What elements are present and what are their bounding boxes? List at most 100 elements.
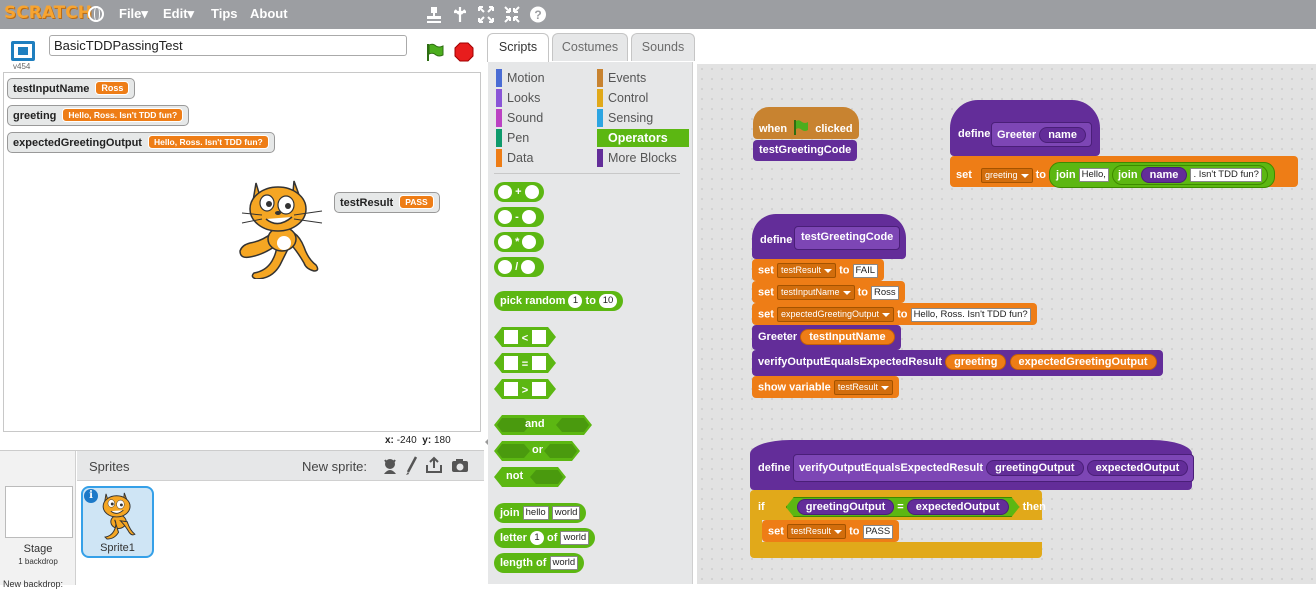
stage-column: Stage 1 backdrop New backdrop: bbox=[0, 451, 76, 589]
if-block[interactable]: if greetingOutput = expectedOutput then bbox=[750, 490, 1046, 520]
set-testResult-fail-block[interactable]: set testResult to FAIL bbox=[752, 259, 885, 281]
svg-text:?: ? bbox=[534, 8, 541, 22]
verify-prototype: verifyOutputEqualsExpectedResult greetin… bbox=[793, 454, 1195, 482]
block-subtract[interactable]: - bbox=[494, 207, 544, 227]
category-operators[interactable]: Operators bbox=[597, 129, 689, 147]
call-verify-block[interactable]: verifyOutputEqualsExpectedResult greetin… bbox=[752, 350, 1163, 376]
inner-join-reporter[interactable]: join name . Isn't TDD fun? bbox=[1112, 165, 1268, 185]
define-label: define bbox=[758, 462, 791, 474]
monitor-testResult[interactable]: testResult PASS bbox=[334, 192, 440, 213]
monitor-value: Hello, Ross. Isn't TDD fun? bbox=[147, 135, 269, 149]
define-label: define bbox=[760, 234, 793, 246]
duplicate-stamp-icon[interactable] bbox=[425, 5, 443, 24]
stage-label: Stage bbox=[23, 543, 53, 555]
mouse-coordinates: x: -240 y: 180 bbox=[385, 435, 451, 446]
category-more-blocks[interactable]: More Blocks bbox=[597, 149, 689, 167]
about-menu[interactable]: About bbox=[250, 6, 288, 21]
block-divide[interactable]: / bbox=[494, 257, 544, 277]
category-data[interactable]: Data bbox=[496, 149, 588, 167]
version-label: v454 bbox=[13, 62, 31, 71]
equals-condition[interactable]: greetingOutput = expectedOutput bbox=[786, 497, 1020, 517]
block-pick-random[interactable]: pick random 1 to 10 bbox=[494, 291, 623, 311]
monitor-greeting[interactable]: greeting Hello, Ross. Isn't TDD fun? bbox=[7, 105, 190, 126]
monitor-value: Hello, Ross. Isn't TDD fun? bbox=[62, 108, 184, 122]
block-multiply[interactable]: * bbox=[494, 232, 544, 252]
set-greeting-block[interactable]: set greeting to join Hello, join name . … bbox=[950, 156, 1298, 188]
green-flag-icon bbox=[794, 120, 809, 135]
grow-icon[interactable] bbox=[477, 5, 495, 24]
edit-menu[interactable]: Edit▾ bbox=[163, 6, 194, 22]
cat-sprite[interactable] bbox=[234, 175, 332, 279]
stage[interactable]: testInputName Ross greeting Hello, Ross. I… bbox=[3, 72, 481, 432]
block-add[interactable]: + bbox=[494, 182, 544, 202]
define-greeter-hat[interactable]: define Greeter name bbox=[950, 100, 1100, 156]
tab-scripts[interactable]: Scripts bbox=[487, 33, 549, 62]
palette-divider bbox=[494, 173, 680, 174]
svg-text:>: > bbox=[522, 385, 528, 397]
file-menu[interactable]: File▾ bbox=[119, 6, 148, 22]
join-reporter[interactable]: join Hello, join name . Isn't TDD fun? bbox=[1049, 162, 1275, 188]
cut-scissors-icon[interactable] bbox=[451, 5, 469, 24]
and-label: and bbox=[525, 418, 545, 430]
block-letter-of[interactable]: letter 1 of world bbox=[494, 528, 596, 548]
monitor-testInputName[interactable]: testInputName Ross bbox=[7, 78, 136, 99]
sprite-name-label: Sprite1 bbox=[100, 542, 135, 554]
project-title-input[interactable]: BasicTDDPassingTest bbox=[49, 35, 407, 56]
sprite-pane: Stage 1 backdrop New backdrop: Sprites N… bbox=[0, 450, 484, 589]
category-looks[interactable]: Looks bbox=[496, 89, 588, 107]
new-sprite-label: New sprite: bbox=[302, 459, 368, 474]
category-pen[interactable]: Pen bbox=[496, 129, 588, 147]
block-not[interactable] bbox=[494, 467, 566, 487]
menu-bar: SCRATCH File▾ Edit▾ Tips About ? bbox=[0, 0, 1316, 29]
green-flag-icon[interactable] bbox=[424, 42, 444, 62]
call-testGreetingCode-block[interactable]: testGreetingCode bbox=[753, 140, 858, 161]
define-verify-hat[interactable]: define verifyOutputEqualsExpectedResult … bbox=[750, 440, 1195, 490]
block-equals[interactable]: = bbox=[494, 353, 556, 373]
set-testResult-pass-block[interactable]: set testResult to PASS bbox=[762, 520, 900, 542]
svg-text:=: = bbox=[522, 359, 528, 371]
monitor-label: greeting bbox=[13, 110, 57, 122]
category-sensing[interactable]: Sensing bbox=[597, 109, 689, 127]
show-variable-block[interactable]: show variable testResult bbox=[752, 376, 899, 398]
call-greeter-block[interactable]: Greeter testInputName bbox=[752, 325, 901, 350]
camera-icon[interactable] bbox=[451, 458, 469, 473]
tab-sounds[interactable]: Sounds bbox=[631, 33, 695, 61]
category-sound[interactable]: Sound bbox=[496, 109, 588, 127]
testGreetingCode-prototype: testGreetingCode bbox=[794, 226, 901, 250]
paint-brush-icon[interactable] bbox=[404, 456, 418, 476]
help-icon[interactable]: ? bbox=[529, 5, 547, 24]
sprites-header: Sprites New sprite: bbox=[77, 451, 484, 481]
block-greater-than[interactable]: > bbox=[494, 379, 556, 399]
new-backdrop-label: New backdrop: bbox=[3, 579, 64, 589]
when-flag-clicked-block[interactable]: when clicked bbox=[753, 107, 859, 139]
tab-costumes[interactable]: Costumes bbox=[552, 33, 628, 61]
tips-menu[interactable]: Tips bbox=[211, 6, 238, 21]
category-events[interactable]: Events bbox=[597, 69, 689, 87]
monitor-expectedGreetingOutput[interactable]: expectedGreetingOutput Hello, Ross. Isn't… bbox=[7, 132, 275, 153]
sprite-library-icon[interactable] bbox=[382, 457, 398, 475]
monitor-value: Ross bbox=[95, 81, 130, 95]
scratch-logo[interactable]: SCRATCH bbox=[4, 3, 92, 23]
presentation-mode-icon[interactable] bbox=[11, 41, 35, 61]
block-join[interactable]: join hello world bbox=[494, 503, 587, 523]
or-label: or bbox=[532, 444, 543, 456]
globe-icon[interactable] bbox=[88, 6, 104, 22]
monitor-label: testInputName bbox=[13, 83, 90, 95]
greeter-prototype: Greeter name bbox=[991, 122, 1092, 147]
category-control[interactable]: Control bbox=[597, 89, 689, 107]
set-expectedGreetingOutput-block[interactable]: set expectedGreetingOutput to Hello, Ros… bbox=[752, 303, 1037, 325]
sprites-title: Sprites bbox=[89, 459, 130, 474]
script-area[interactable]: when clicked testGreetingCode define Gre… bbox=[697, 64, 1316, 584]
define-testGreetingCode-hat[interactable]: define testGreetingCode bbox=[752, 214, 906, 259]
sprite-thumbnail-sprite1[interactable]: i Sprite1 bbox=[81, 486, 154, 558]
if-block-bottom bbox=[750, 542, 1042, 558]
category-motion[interactable]: Motion bbox=[496, 69, 588, 87]
block-length-of[interactable]: length of world bbox=[494, 553, 585, 573]
block-less-than[interactable]: < bbox=[494, 327, 556, 347]
editor-tabs: Scripts Costumes Sounds bbox=[486, 29, 1316, 62]
stage-thumbnail[interactable] bbox=[5, 486, 73, 538]
set-testInputName-block[interactable]: set testInputName to Ross bbox=[752, 281, 905, 303]
upload-sprite-icon[interactable] bbox=[425, 456, 443, 474]
stop-sign-icon[interactable] bbox=[454, 42, 474, 62]
shrink-icon[interactable] bbox=[503, 5, 521, 24]
